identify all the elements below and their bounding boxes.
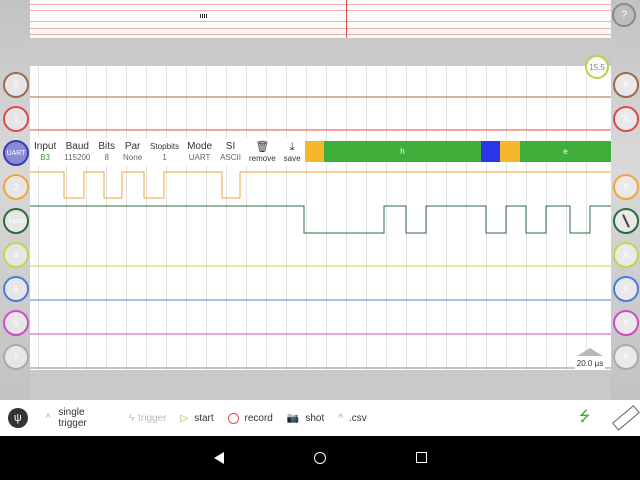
channel-1-button[interactable]: 1 [3,106,29,132]
decoder-si[interactable]: SI ASCII [216,138,245,166]
channel-5-trigger-button[interactable]: X [613,276,639,302]
stop-bit-block [481,141,500,162]
channel-0-button[interactable]: 0 [3,72,29,98]
shot-button[interactable]: shot [305,413,324,424]
uart-decode-bar: h e [291,141,611,162]
single-trigger-button[interactable]: single trigger [58,407,114,429]
channel-4-trigger-button[interactable]: X [613,242,639,268]
play-icon: ▷ [180,412,189,424]
app-logo-button[interactable]: ψ [8,408,28,428]
decoder-save-button[interactable]: ⤓ save [280,138,305,166]
channel-2-button[interactable]: 2 [3,174,29,200]
channel-7-trigger-button[interactable]: X [613,344,639,370]
recents-icon[interactable] [416,452,427,463]
decoder-bits[interactable]: Bits 8 [94,138,119,166]
uart-decoder-panel: Input B3 Baud 115200 Bits 8 Par None Stopbit… [30,138,301,166]
plot-area[interactable] [30,66,611,370]
trigger-button[interactable]: trigger [138,413,166,424]
csv-button[interactable]: .csv [349,413,367,424]
channel-5-button[interactable]: 5 [3,276,29,302]
timescale-label: 20.0 µs [575,357,605,369]
channel-input-trace [30,205,611,234]
decoder-parity[interactable]: Par None [119,138,146,166]
channel-6-trigger-button[interactable]: X [613,310,639,336]
channel-input-trigger-button[interactable] [613,208,639,234]
decoder-mode[interactable]: Mode UART [183,138,216,166]
ruler-icon[interactable] [612,405,640,431]
csv-icon: ^ [338,412,343,424]
single-trigger-icon: ^ [45,412,51,424]
start-bit-block-2 [500,141,520,162]
trigger-icon: ϟ [128,412,135,424]
home-icon[interactable] [314,452,326,464]
left-channel-rail [0,0,30,400]
channel-4-button[interactable]: 4 [3,242,29,268]
decoded-byte-e: e [520,141,611,162]
channel-input-button[interactable]: input [3,208,29,234]
help-button[interactable]: ? [612,3,636,27]
trash-icon: 🗑 [255,141,270,153]
start-button[interactable]: start [194,413,213,424]
android-nav-bar [0,436,640,480]
channel-2-trace [30,171,611,199]
overview-marker [200,14,208,18]
decoder-input[interactable]: Input B3 [30,138,60,166]
overview-cursor[interactable] [346,0,347,38]
right-channel-rail [611,0,640,400]
falling-edge-icon [622,214,630,228]
logo-icon: ψ [13,412,22,424]
channel-6-button[interactable]: 6 [3,310,29,336]
record-button[interactable]: record [245,413,273,424]
record-icon [227,412,239,424]
start-bit-block [305,141,324,162]
camera-icon: 📷 [286,412,300,424]
download-icon: ⤓ [289,141,295,153]
decoded-byte-h: h [324,141,481,162]
decoder-stopbits[interactable]: Stopbits 1 [146,138,183,166]
channel-0-trigger-button[interactable]: X [613,72,639,98]
waveform-svg [30,96,611,369]
decoder-remove-button[interactable]: 🗑 remove [245,138,280,166]
channel-1-trigger-button[interactable]: X [613,106,639,132]
decoder-baud[interactable]: Baud 115200 [60,138,94,166]
time-cursor-marker[interactable]: 15.5 [585,55,609,79]
bottom-toolbar: ψ ^ single trigger ϟ trigger ▷ start rec… [0,400,640,436]
channel-7-button[interactable]: 7 [3,344,29,370]
timescale-up-arrow[interactable] [577,348,603,356]
channel-uart-button[interactable]: UART [3,140,29,166]
back-icon[interactable] [214,452,224,464]
overview-strip[interactable] [30,0,611,38]
channel-2-trigger-button[interactable]: X [613,174,639,200]
usb-icon: ⭍ [578,408,591,424]
